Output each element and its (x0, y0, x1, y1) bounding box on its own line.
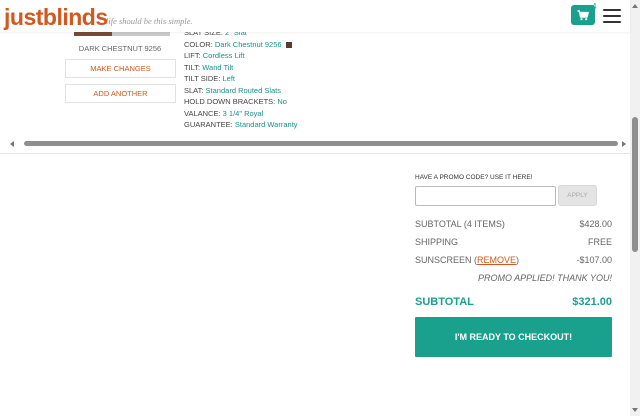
spec-value: Standard Warranty (234, 120, 298, 129)
menu-line (603, 21, 621, 23)
subtotal-label: SUBTOTAL (4 ITEMS) (415, 219, 505, 229)
section-divider (0, 153, 630, 154)
spec-row-color: COLOR: Dark Chestnut 9256 (184, 39, 298, 51)
total-row: SUBTOTAL $321.00 (415, 296, 612, 308)
shipping-label: SHIPPING (415, 237, 459, 247)
spec-value: Left (222, 74, 236, 83)
spec-row-slat: SLAT: Standard Routed Slats (184, 85, 298, 97)
spec-value: Dark Chestnut 9256 (214, 39, 282, 49)
checkout-button[interactable]: I'M READY TO CHECKOUT! (415, 317, 612, 357)
promo-discount-value: -$107.00 (576, 255, 612, 265)
swatch-name: DARK CHESTNUT 9256 (78, 44, 162, 53)
spec-row-valance: VALANCE: 3 1/4" Royal (184, 108, 298, 120)
shipping-row: SHIPPING FREE (415, 237, 612, 247)
menu-icon[interactable] (603, 9, 621, 23)
site-logo[interactable]: justblinds (4, 4, 108, 31)
cart-icon (577, 9, 589, 20)
spec-value: Cordless Lift (202, 51, 245, 60)
product-specs: SLAT SIZE: 2" Slat COLOR: Dark Chestnut … (184, 27, 298, 131)
scroll-up-icon[interactable] (632, 4, 638, 8)
subtotal-row: SUBTOTAL (4 ITEMS) $428.00 (415, 219, 612, 229)
promo-code-input[interactable] (415, 186, 556, 206)
promo-code-label: HAVE A PROMO CODE? USE IT HERE! (415, 174, 533, 181)
make-changes-button[interactable]: MAKE CHANGES (65, 59, 176, 78)
spec-label: GUARANTEE: (184, 120, 233, 129)
menu-line (603, 15, 621, 17)
site-tagline: life should be this simple. (106, 16, 193, 26)
total-label: SUBTOTAL (415, 296, 474, 308)
add-another-button[interactable]: ADD ANOTHER (65, 84, 176, 103)
promo-name-close: ) (516, 255, 520, 265)
spec-row-lift: LIFT: Cordless Lift (184, 50, 298, 62)
color-swatch-image (74, 32, 170, 36)
shipping-value: FREE (587, 237, 612, 247)
apply-promo-button[interactable]: APPLY (558, 185, 597, 206)
subtotal-value: $428.00 (579, 219, 612, 229)
spec-value: Wand Tilt (202, 62, 234, 72)
promo-name: SUNSCREEN ( (415, 255, 478, 265)
spec-row-guarantee: GUARANTEE: Standard Warranty (184, 119, 298, 131)
promo-applied-message: PROMO APPLIED! THANK YOU! (477, 273, 612, 283)
total-value: $321.00 (572, 296, 612, 308)
vertical-scrollbar[interactable] (630, 0, 640, 416)
scroll-down-icon[interactable] (632, 408, 638, 412)
vertical-scroll-thumb[interactable] (632, 117, 638, 252)
spec-row-hold-down: HOLD DOWN BRACKETS: No (184, 96, 298, 108)
spec-label: HOLD DOWN BRACKETS: (184, 97, 276, 106)
spec-value: Standard Routed Slats (205, 85, 282, 95)
site-header: justblinds life should be this simple. 4 (0, 0, 630, 32)
spec-label: LIFT: (184, 51, 201, 60)
spec-label: SLAT: (184, 85, 204, 95)
spec-value: 3 1/4" Royal (222, 108, 264, 118)
horizontal-scrollbar[interactable] (10, 140, 626, 148)
spec-label: COLOR: (184, 39, 213, 49)
color-chip (285, 41, 292, 48)
horizontal-scroll-thumb[interactable] (24, 141, 618, 146)
scroll-left-icon[interactable] (10, 141, 14, 147)
spec-label: VALANCE: (184, 108, 221, 118)
remove-promo-link[interactable]: REMOVE (477, 255, 516, 265)
spec-row-tilt-side: TILT SIDE: Left (184, 73, 298, 85)
promo-discount-row: SUNSCREEN (REMOVE) -$107.00 (415, 255, 612, 265)
promo-discount-label: SUNSCREEN (REMOVE) (415, 255, 519, 265)
menu-line (603, 9, 621, 11)
cart-count-badge: 4 (592, 2, 597, 11)
spec-value: No (277, 97, 287, 106)
spec-row-tilt: TILT: Wand Tilt (184, 62, 298, 74)
spec-label: TILT: (184, 62, 201, 72)
scroll-right-icon[interactable] (622, 141, 626, 147)
spec-label: TILT SIDE: (184, 74, 221, 83)
